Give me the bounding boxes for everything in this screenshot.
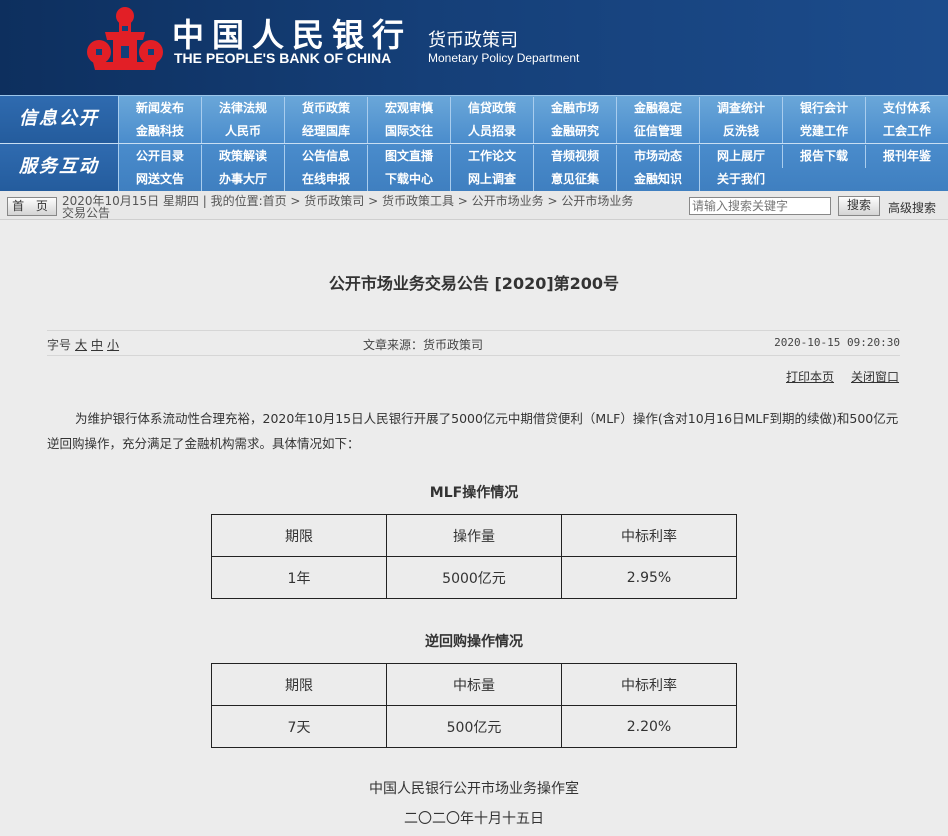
main-nav: 信息公开 新闻发布 法律法规 货币政策 宏观审慎 信贷政策 金融市场 金融稳定 … — [0, 95, 948, 191]
nav-item[interactable]: 关于我们 — [699, 168, 782, 191]
breadcrumb-bar: 首 页 2020年10月15日 星期四 | 我的位置:首页 > 货币政策司 > … — [0, 191, 948, 220]
table-row: 1年 5000亿元 2.95% — [211, 556, 737, 599]
nav-item[interactable]: 金融知识 — [616, 168, 699, 191]
table-header-cell: 期限 — [211, 514, 387, 557]
home-button[interactable]: 首 页 — [7, 197, 57, 216]
nav-item[interactable]: 政策解读 — [201, 145, 284, 168]
mlf-table: 期限 操作量 中标利率 1年 5000亿元 2.95% — [211, 514, 737, 599]
table-cell: 5000亿元 — [386, 556, 562, 599]
nav-item[interactable]: 法律法规 — [201, 97, 284, 120]
article: 公开市场业务交易公告 [2020]第200号 字号大中小 文章来源：货币政策司 … — [0, 220, 948, 808]
nav-item[interactable]: 报告下载 — [782, 145, 865, 168]
print-link[interactable]: 打印本页 — [786, 368, 834, 385]
nav-item[interactable]: 公告信息 — [284, 145, 367, 168]
nav-item[interactable]: 公开目录 — [118, 145, 201, 168]
table-cell: 500亿元 — [386, 705, 562, 748]
article-source: 文章来源：货币政策司 — [363, 338, 484, 352]
nav-item[interactable]: 银行会计 — [782, 97, 865, 120]
article-meta: 字号大中小 文章来源：货币政策司 2020-10-15 09:20:30 — [47, 330, 900, 356]
nav-item[interactable]: 人民币 — [201, 120, 284, 143]
nav-item[interactable]: 网上展厅 — [699, 145, 782, 168]
repo-table: 期限 中标量 中标利率 7天 500亿元 2.20% — [211, 663, 737, 748]
nav-item[interactable]: 工作论文 — [450, 145, 533, 168]
nav-item[interactable]: 信贷政策 — [450, 97, 533, 120]
nav-item[interactable]: 国际交往 — [367, 120, 450, 143]
font-size-label: 字号 — [47, 338, 72, 352]
nav-item[interactable]: 在线申报 — [284, 168, 367, 191]
nav-item[interactable]: 金融稳定 — [616, 97, 699, 120]
nav-item[interactable]: 新闻发布 — [118, 97, 201, 120]
dept-name-cn: 货币政策司 — [428, 30, 518, 51]
table-cell: 2.20% — [561, 705, 737, 748]
nav-item[interactable]: 网送文告 — [118, 168, 201, 191]
pboc-emblem-icon[interactable] — [85, 6, 165, 72]
nav-row: 金融科技 人民币 经理国库 国际交往 人员招录 金融研究 征信管理 反洗钱 党建… — [118, 120, 948, 143]
nav-item[interactable]: 宏观审慎 — [367, 97, 450, 120]
article-title: 公开市场业务交易公告 [2020]第200号 — [328, 274, 620, 293]
publish-time: 2020-10-15 09:20:30 — [774, 336, 900, 349]
table-header-cell: 中标利率 — [561, 514, 737, 557]
nav-item[interactable]: 人员招录 — [450, 120, 533, 143]
advanced-search-link[interactable]: 高级搜索 — [888, 199, 936, 216]
bank-name-en: THE PEOPLE'S BANK OF CHINA — [174, 50, 392, 66]
table-header-cell: 操作量 — [386, 514, 562, 557]
breadcrumb-current: 交易公告 — [62, 206, 111, 220]
nav-item[interactable]: 报刊年鉴 — [865, 145, 948, 168]
nav-item[interactable]: 调查统计 — [699, 97, 782, 120]
signature-date: 二〇二〇年十月十五日 — [404, 811, 544, 827]
nav-item[interactable]: 党建工作 — [782, 120, 865, 143]
signature: 中国人民银行公开市场业务操作室 — [369, 781, 579, 797]
nav-item[interactable]: 办事大厅 — [201, 168, 284, 191]
nav-item[interactable]: 支付体系 — [865, 97, 948, 120]
nav-row: 公开目录 政策解读 公告信息 图文直播 工作论文 音频视频 市场动态 网上展厅 … — [118, 145, 948, 168]
table-cell: 1年 — [211, 556, 387, 599]
nav-item[interactable]: 经理国库 — [284, 120, 367, 143]
article-paragraph: 为维护银行体系流动性合理充裕，2020年10月15日人民银行开展了5000亿元中… — [47, 411, 899, 451]
table-header-cell: 中标量 — [386, 663, 562, 706]
nav-item[interactable]: 工会工作 — [865, 120, 948, 143]
nav-row: 网送文告 办事大厅 在线申报 下载中心 网上调查 意见征集 金融知识 关于我们 — [118, 168, 948, 191]
repo-caption: 逆回购操作情况 — [425, 634, 523, 650]
nav-band-service: 服务互动 公开目录 政策解读 公告信息 图文直播 工作论文 音频视频 市场动态 … — [0, 143, 948, 191]
nav-item[interactable]: 金融市场 — [533, 97, 616, 120]
nav-item[interactable]: 货币政策 — [284, 97, 367, 120]
nav-item[interactable]: 反洗钱 — [699, 120, 782, 143]
nav-item[interactable]: 网上调查 — [450, 168, 533, 191]
font-size-medium[interactable]: 中 — [91, 338, 103, 352]
table-header-row: 期限 操作量 中标利率 — [211, 514, 737, 557]
search-input[interactable] — [689, 197, 831, 215]
nav-band-info: 信息公开 新闻发布 法律法规 货币政策 宏观审慎 信贷政策 金融市场 金融稳定 … — [0, 96, 948, 143]
nav-item[interactable]: 金融科技 — [118, 120, 201, 143]
nav-item[interactable]: 音频视频 — [533, 145, 616, 168]
nav-item[interactable]: 市场动态 — [616, 145, 699, 168]
nav-item[interactable]: 金融研究 — [533, 120, 616, 143]
table-cell: 2.95% — [561, 556, 737, 599]
nav-row: 新闻发布 法律法规 货币政策 宏观审慎 信贷政策 金融市场 金融稳定 调查统计 … — [118, 97, 948, 120]
table-header-cell: 期限 — [211, 663, 387, 706]
table-row: 7天 500亿元 2.20% — [211, 705, 737, 748]
site-header: 中国人民银行 THE PEOPLE'S BANK OF CHINA 货币政策司 … — [0, 0, 948, 95]
nav-item[interactable]: 征信管理 — [616, 120, 699, 143]
font-size-selector: 字号大中小 — [47, 336, 119, 353]
table-header-row: 期限 中标量 中标利率 — [211, 663, 737, 706]
dept-name-en: Monetary Policy Department — [428, 51, 580, 65]
search-button[interactable]: 搜索 — [838, 196, 880, 216]
nav-item[interactable]: 图文直播 — [367, 145, 450, 168]
nav-band-info-label: 信息公开 — [0, 96, 119, 143]
mlf-caption: MLF操作情况 — [429, 485, 519, 501]
close-window-link[interactable]: 关闭窗口 — [851, 368, 899, 385]
nav-band-service-label: 服务互动 — [0, 144, 119, 191]
font-size-large[interactable]: 大 — [75, 338, 87, 352]
nav-item[interactable]: 意见征集 — [533, 168, 616, 191]
font-size-small[interactable]: 小 — [107, 338, 119, 352]
table-cell: 7天 — [211, 705, 387, 748]
table-header-cell: 中标利率 — [561, 663, 737, 706]
breadcrumb[interactable]: 2020年10月15日 星期四 | 我的位置:首页 > 货币政策司 > 货币政策… — [62, 192, 633, 209]
nav-item[interactable]: 下载中心 — [367, 168, 450, 191]
